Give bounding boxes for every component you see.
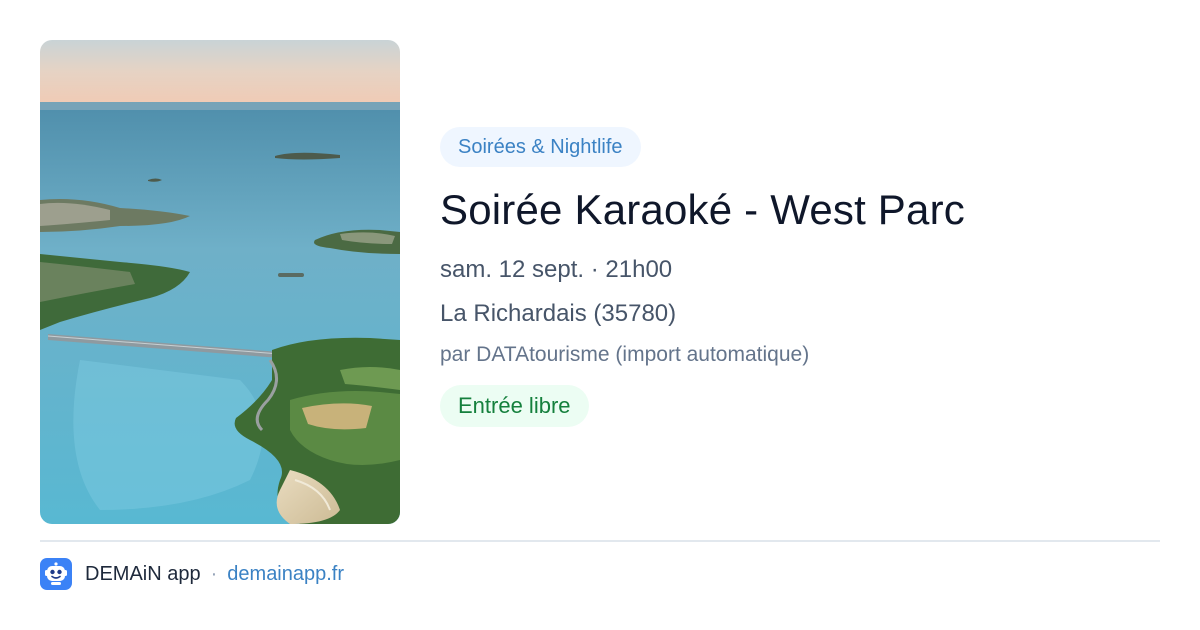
app-website-link[interactable]: demainapp.fr [227, 563, 344, 586]
event-datetime: sam. 12 sept. · 21h00 [440, 256, 673, 283]
category-badge[interactable]: Soirées & Nightlife [440, 127, 641, 167]
footer: DEMAiN app · demainapp.fr [40, 558, 344, 590]
demain-robot-icon[interactable] [40, 558, 72, 590]
event-image[interactable] [40, 40, 400, 524]
event-title[interactable]: Soirée Karaoké - West Parc [440, 185, 1160, 235]
event-info: Soirées & Nightlife Soirée Karaoké - Wes… [440, 127, 1160, 427]
price-badge: Entrée libre [440, 385, 589, 427]
event-source: par DATAtourisme (import automatique) [440, 343, 810, 366]
footer-divider [40, 540, 1160, 542]
footer-separator: · [210, 562, 218, 585]
app-name: DEMAiN app [85, 562, 201, 585]
event-location: La Richardais (35780) [440, 300, 677, 327]
